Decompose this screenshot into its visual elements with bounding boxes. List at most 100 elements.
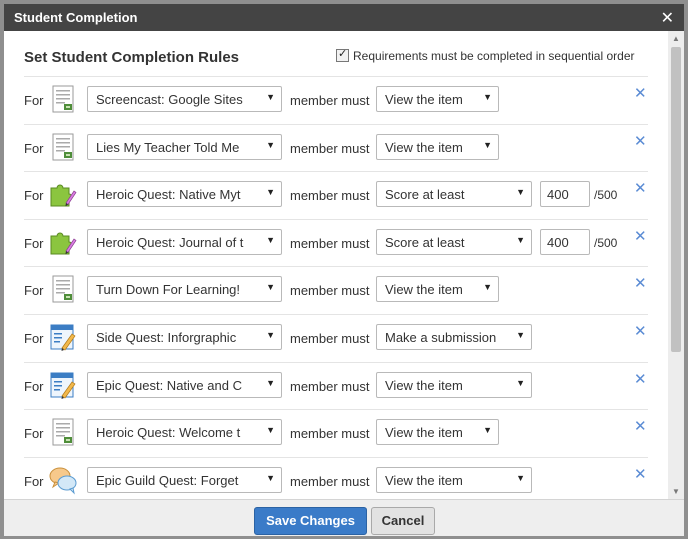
- requirement-select-value: View the item: [385, 282, 463, 298]
- save-changes-button[interactable]: Save Changes: [254, 507, 367, 535]
- requirement-select[interactable]: View the item ▼: [376, 371, 532, 398]
- dropdown-arrow-icon: ▼: [266, 282, 275, 293]
- item-select-value: Screencast: Google Sites: [96, 92, 243, 107]
- item-select[interactable]: Heroic Quest: Welcome t ▼: [87, 419, 282, 446]
- score-input[interactable]: 400: [540, 181, 590, 208]
- dropdown-arrow-icon: ▼: [266, 92, 275, 102]
- dialog-title: Student Completion: [14, 10, 138, 25]
- item-select-value: Epic Guild Quest: Forget: [96, 472, 239, 488]
- item-select-value: Heroic Quest: Welcome t: [96, 425, 241, 441]
- dropdown-arrow-icon: ▼: [516, 330, 525, 340]
- scroll-up-arrow-icon[interactable]: ▲: [672, 34, 680, 43]
- item-select[interactable]: Turn Down For Learning! ▼: [87, 276, 282, 303]
- cancel-button[interactable]: Cancel: [371, 507, 435, 535]
- item-select[interactable]: Epic Quest: Native and C ▼: [87, 371, 282, 398]
- dropdown-arrow-icon: ▼: [516, 234, 525, 245]
- rule-row: For Epic Quest: Native and C ▼ member must V…: [4, 362, 664, 409]
- remove-rule-icon[interactable]: ✕: [634, 179, 647, 197]
- requirement-select-value: View the item: [385, 92, 463, 107]
- item-select[interactable]: Side Quest: Inforgraphic ▼: [87, 324, 282, 350]
- requirement-select[interactable]: View the item ▼: [376, 419, 499, 446]
- requirement-select[interactable]: Score at least ▼: [376, 181, 532, 208]
- requirement-select-value: Score at least: [385, 234, 465, 250]
- assignment-icon: [48, 370, 78, 400]
- member-must-label: member must: [290, 188, 370, 204]
- remove-rule-icon[interactable]: ✕: [634, 132, 647, 150]
- dialog-content: Set Student Completion Rules Requirement…: [4, 31, 684, 499]
- dropdown-arrow-icon: ▼: [266, 377, 275, 388]
- item-select-value: Epic Quest: Native and C: [96, 377, 242, 393]
- scrollbar-thumb[interactable]: [671, 47, 681, 352]
- dropdown-arrow-icon: ▼: [266, 139, 275, 150]
- for-label: For: [24, 331, 44, 346]
- member-must-label: member must: [290, 331, 370, 346]
- scroll-down-arrow-icon[interactable]: ▼: [672, 487, 680, 496]
- rule-row: For Screencast: Google Sites ▼ member must V…: [4, 76, 664, 123]
- document-icon: [48, 84, 78, 114]
- item-select[interactable]: Heroic Quest: Native Myt ▼: [87, 181, 282, 208]
- close-icon[interactable]: ✕: [661, 8, 674, 28]
- rule-row: For Side Quest: Inforgraphic ▼ member must M…: [4, 314, 664, 361]
- rules-heading: Set Student Completion Rules: [24, 49, 240, 66]
- remove-rule-icon[interactable]: ✕: [634, 322, 647, 340]
- item-select[interactable]: Heroic Quest: Journal of t ▼: [87, 228, 282, 255]
- max-score-label: /500: [594, 188, 618, 203]
- dropdown-arrow-icon: ▼: [266, 187, 275, 198]
- dropdown-arrow-icon: ▼: [483, 425, 492, 436]
- item-select[interactable]: Screencast: Google Sites ▼: [87, 86, 282, 112]
- assignment-icon: [48, 322, 78, 352]
- rule-row: For Heroic Quest: Welcome t ▼ member must Vi…: [4, 409, 664, 456]
- remove-rule-icon[interactable]: ✕: [634, 370, 647, 388]
- member-must-label: member must: [290, 378, 370, 394]
- discussion-icon: [48, 465, 78, 495]
- item-select-value: Lies My Teacher Told Me: [96, 139, 240, 155]
- dropdown-arrow-icon: ▼: [483, 92, 492, 102]
- requirement-select-value: Make a submission: [385, 330, 497, 345]
- dropdown-arrow-icon: ▼: [516, 187, 525, 198]
- item-select-value: Turn Down For Learning!: [96, 282, 241, 298]
- item-select[interactable]: Lies My Teacher Told Me ▼: [87, 133, 282, 160]
- requirement-select-value: View the item: [385, 139, 463, 155]
- document-icon: [48, 417, 78, 447]
- rule-row: For Heroic Quest: Journal of t ▼ member mus…: [4, 219, 664, 266]
- dropdown-arrow-icon: ▼: [266, 330, 275, 340]
- requirement-select[interactable]: View the item ▼: [376, 86, 499, 112]
- for-label: For: [24, 473, 44, 489]
- remove-rule-icon[interactable]: ✕: [634, 417, 647, 435]
- requirement-select[interactable]: View the item ▼: [376, 276, 499, 303]
- requirement-select-value: View the item: [385, 377, 463, 393]
- requirement-select[interactable]: View the item ▼: [376, 466, 532, 493]
- checkbox-checked-icon[interactable]: [336, 47, 349, 62]
- rule-row: For Turn Down For Learning! ▼ member must Vi…: [4, 266, 664, 313]
- requirement-select-value: View the item: [385, 472, 463, 488]
- document-icon: [48, 274, 78, 304]
- for-label: For: [24, 188, 44, 204]
- member-must-label: member must: [290, 140, 370, 156]
- requirement-select-value: Score at least: [385, 187, 465, 203]
- item-select[interactable]: Epic Guild Quest: Forget ▼: [87, 466, 282, 493]
- document-icon: [48, 132, 78, 162]
- requirement-select[interactable]: Score at least ▼: [376, 228, 532, 255]
- for-label: For: [24, 426, 44, 442]
- remove-rule-icon[interactable]: ✕: [634, 274, 647, 292]
- dropdown-arrow-icon: ▼: [483, 139, 492, 150]
- dropdown-arrow-icon: ▼: [483, 282, 492, 293]
- item-select-value: Heroic Quest: Journal of t: [96, 234, 244, 250]
- score-input[interactable]: 400: [540, 228, 590, 255]
- dialog-footer: Save Changes Cancel: [4, 499, 684, 536]
- student-completion-dialog: Student Completion ✕ Set Student Complet…: [4, 4, 684, 536]
- dropdown-arrow-icon: ▼: [266, 472, 275, 483]
- requirement-select[interactable]: Make a submission ▼: [376, 324, 532, 350]
- remove-rule-icon[interactable]: ✕: [634, 465, 647, 483]
- for-label: For: [24, 140, 44, 156]
- remove-rule-icon[interactable]: ✕: [634, 227, 647, 245]
- member-must-label: member must: [290, 283, 370, 299]
- rule-row: For Heroic Quest: Native Myt ▼ member must S…: [4, 171, 664, 218]
- vertical-scrollbar[interactable]: ▲ ▼: [668, 31, 684, 499]
- requirement-select[interactable]: View the item ▼: [376, 133, 499, 160]
- remove-rule-icon[interactable]: ✕: [634, 84, 647, 102]
- dropdown-arrow-icon: ▼: [266, 425, 275, 436]
- sequential-order-checkbox[interactable]: Requirements must be completed in sequen…: [336, 47, 634, 63]
- requirement-select-value: View the item: [385, 425, 463, 441]
- max-score-label: /500: [594, 235, 618, 250]
